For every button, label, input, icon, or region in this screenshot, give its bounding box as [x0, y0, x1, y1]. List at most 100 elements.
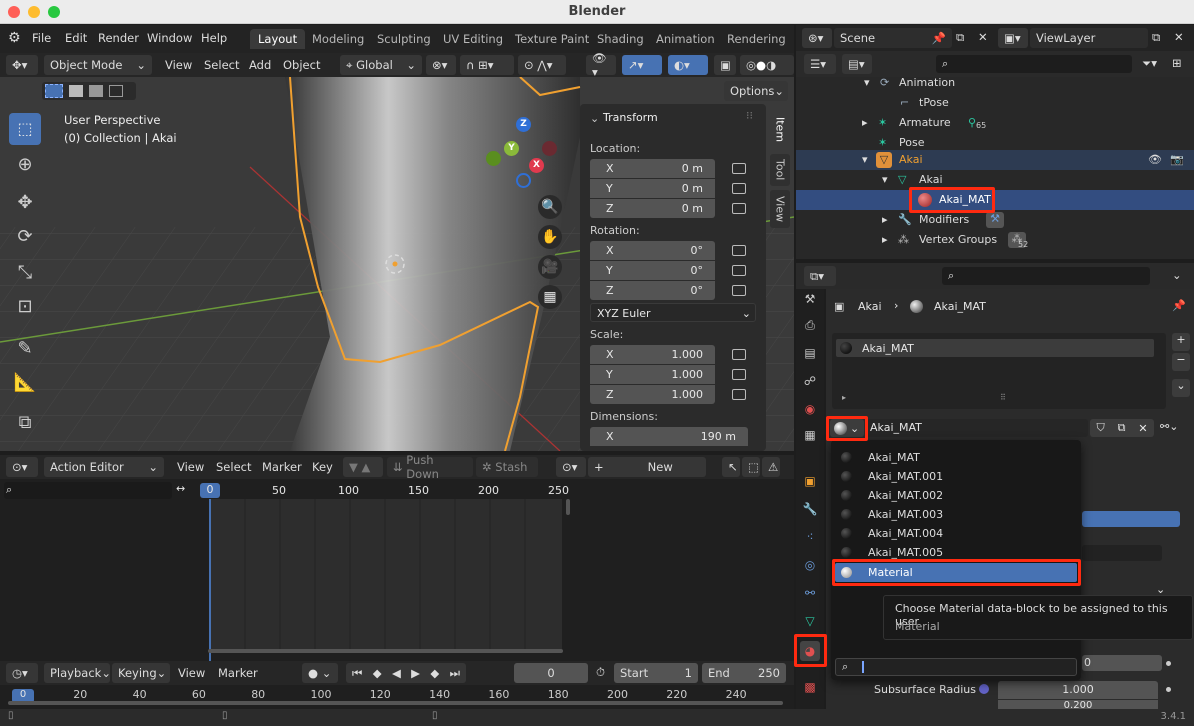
tab-animation[interactable]: Animation [656, 32, 715, 46]
expand-icon[interactable]: ▸ [862, 116, 868, 129]
stash-button[interactable]: ✲ Stash [476, 457, 538, 477]
cursor-tool-icon[interactable]: ⊕ [9, 149, 41, 181]
editor-type-button[interactable]: ⊙▾ [6, 457, 38, 477]
select-invert-icon[interactable] [109, 85, 123, 97]
gizmo-x-axis[interactable]: X [529, 158, 544, 173]
tool-tab-icon[interactable]: ⚒ [802, 291, 818, 307]
lock-icon[interactable] [732, 203, 746, 214]
outliner-row-akai-mat[interactable]: Akai_MAT [796, 190, 1194, 210]
select-new-icon[interactable] [45, 84, 63, 98]
value-field[interactable] [1082, 545, 1162, 561]
layer-arrows-icon[interactable]: ▼ ▲ [343, 457, 383, 477]
xray-toggle-icon[interactable]: ▣ [714, 55, 736, 75]
pin-icon[interactable]: 📌 [932, 31, 946, 45]
menu-select[interactable]: Select [216, 460, 251, 474]
lock-icon[interactable] [732, 163, 746, 174]
physics-tab-icon[interactable]: ◎ [802, 557, 818, 573]
action-editor-mode-select[interactable]: Action Editor ⌄ [44, 457, 164, 477]
measure-tool-icon[interactable]: 📐 [9, 367, 41, 399]
select-subtract-icon[interactable] [89, 85, 103, 97]
material-slots-list[interactable]: Akai_MAT ▸ ⠿ [832, 333, 1166, 409]
playhead-line[interactable] [209, 499, 211, 661]
annotate-tool-icon[interactable]: ✎ [9, 333, 41, 365]
dimensions-x-field[interactable]: X 190 m [590, 427, 748, 446]
gizmo-z-axis[interactable]: Z [516, 117, 531, 132]
swap-arrows-icon[interactable]: ↔ [176, 482, 185, 495]
end-frame-field[interactable]: End 250 [702, 663, 786, 683]
lock-icon[interactable] [732, 183, 746, 194]
menu-render[interactable]: Render [98, 31, 139, 45]
select-mode-buttons[interactable] [42, 82, 136, 100]
mesh-data-tab-icon[interactable]: ▽ [802, 613, 818, 629]
new-view-layer-icon[interactable]: ⧉ [1152, 30, 1160, 45]
shading-mode-icons[interactable]: ◎ ● ◑ [740, 55, 794, 75]
dropdown-item[interactable]: Akai_MAT.003 [835, 505, 1077, 524]
location-y-field[interactable]: Y0 m [590, 179, 715, 198]
tab-sculpting[interactable]: Sculpting [377, 32, 431, 46]
subsurface-radius-y-field[interactable]: 0.200 [998, 700, 1158, 709]
rotation-y-field[interactable]: Y 0° [590, 261, 715, 280]
select-box-tool-icon[interactable]: ⬚ [9, 113, 41, 145]
material-actions[interactable]: ⛉ ⧉ ✕ [1090, 419, 1154, 437]
outliner-row-animation[interactable]: ▾ ⟳ Animation [796, 73, 1194, 93]
tab-rendering[interactable]: Rendering [727, 32, 786, 46]
new-action-button[interactable]: + New [588, 457, 706, 477]
outliner-row-tpose[interactable]: ⌐ tPose [796, 93, 1194, 113]
cursor-select-icon[interactable]: ↖ [722, 457, 740, 477]
tab-uv-editing[interactable]: UV Editing [443, 32, 503, 46]
transform-tool-icon[interactable]: ⊡ [9, 291, 41, 323]
menu-file[interactable]: File [32, 31, 51, 45]
menu-view[interactable]: View [178, 666, 205, 680]
pivot-point-button[interactable]: ⊗▾ [426, 55, 456, 75]
dropdown-item[interactable]: Akai_MAT.002 [835, 486, 1077, 505]
tab-texture-paint[interactable]: Texture Paint [515, 32, 589, 46]
menu-add[interactable]: Add [249, 58, 271, 72]
zoom-icon[interactable]: 🔍 [538, 195, 562, 219]
remove-slot-button[interactable]: − [1172, 353, 1190, 371]
material-name-field[interactable]: Akai_MAT [866, 419, 1088, 437]
scale-z-field[interactable]: Z 1.000 [590, 385, 715, 404]
properties-search-input[interactable]: ⌕ [942, 267, 1150, 285]
slot-specials-button[interactable]: ⌄ [1172, 379, 1190, 397]
tab-layout[interactable]: Layout [250, 29, 306, 49]
menu-key[interactable]: Key [312, 460, 333, 474]
menu-marker[interactable]: Marker [218, 666, 258, 680]
menu-select[interactable]: Select [204, 58, 239, 72]
editor-type-button[interactable]: ✥▾ [6, 55, 38, 75]
editor-type-button[interactable]: ◷▾ [6, 663, 38, 683]
dropdown-item[interactable]: Akai_MAT.004 [835, 524, 1077, 543]
tab-item[interactable]: Item [770, 110, 790, 150]
pan-hand-icon[interactable]: ✋ [538, 225, 562, 249]
outliner[interactable]: ▾ ⟳ Animation ⌐ tPose ▸ ✶ Armature ⚲ 65 … [796, 76, 1194, 259]
box-select-icon[interactable]: ⬚ [742, 457, 760, 477]
camera-icon[interactable]: 📷 [1170, 153, 1184, 166]
select-extend-icon[interactable] [69, 85, 83, 97]
location-z-field[interactable]: Z0 m [590, 199, 715, 218]
link-type-icon[interactable]: ⚯⌄ [1160, 420, 1178, 433]
partial-value-field[interactable]: 0 [1082, 655, 1162, 671]
display-mode-button[interactable]: ▤▾ [842, 54, 872, 74]
current-frame-field[interactable]: 0 [514, 663, 588, 683]
scene-name-field[interactable]: Scene 📌 [834, 28, 952, 48]
menu-view[interactable]: View [177, 460, 204, 474]
dropdown-item[interactable]: Akai_MAT.001 [835, 467, 1077, 486]
expand-icon[interactable]: ▸ [882, 233, 888, 246]
keyframe-area[interactable] [210, 499, 562, 649]
eye-icon[interactable]: 👁 [1148, 153, 1162, 166]
start-frame-field[interactable]: Start 1 [614, 663, 698, 683]
lock-icon[interactable] [732, 369, 746, 380]
mode-select[interactable]: Object Mode ⌄ [44, 55, 152, 75]
move-tool-icon[interactable]: ✥ [9, 187, 41, 219]
close-icon[interactable]: ✕ [1174, 30, 1184, 44]
lock-icon[interactable] [732, 245, 746, 256]
pin-icon[interactable]: 📌 [1172, 299, 1186, 312]
filter-icon[interactable]: ⏷▾ [1142, 56, 1157, 71]
scale-x-field[interactable]: X 1.000 [590, 345, 715, 364]
menu-object[interactable]: Object [283, 58, 320, 72]
action-browse-icon[interactable]: ⊙▾ [556, 457, 586, 477]
outliner-row-modifiers[interactable]: ▸ 🔧 Modifiers ⚒ [796, 210, 1194, 230]
menu-window[interactable]: Window [147, 31, 192, 45]
selected-value-bar[interactable] [1082, 511, 1180, 527]
play-icon[interactable]: ▶ [411, 666, 420, 680]
editor-type-button[interactable]: ☰▾ [804, 54, 836, 74]
